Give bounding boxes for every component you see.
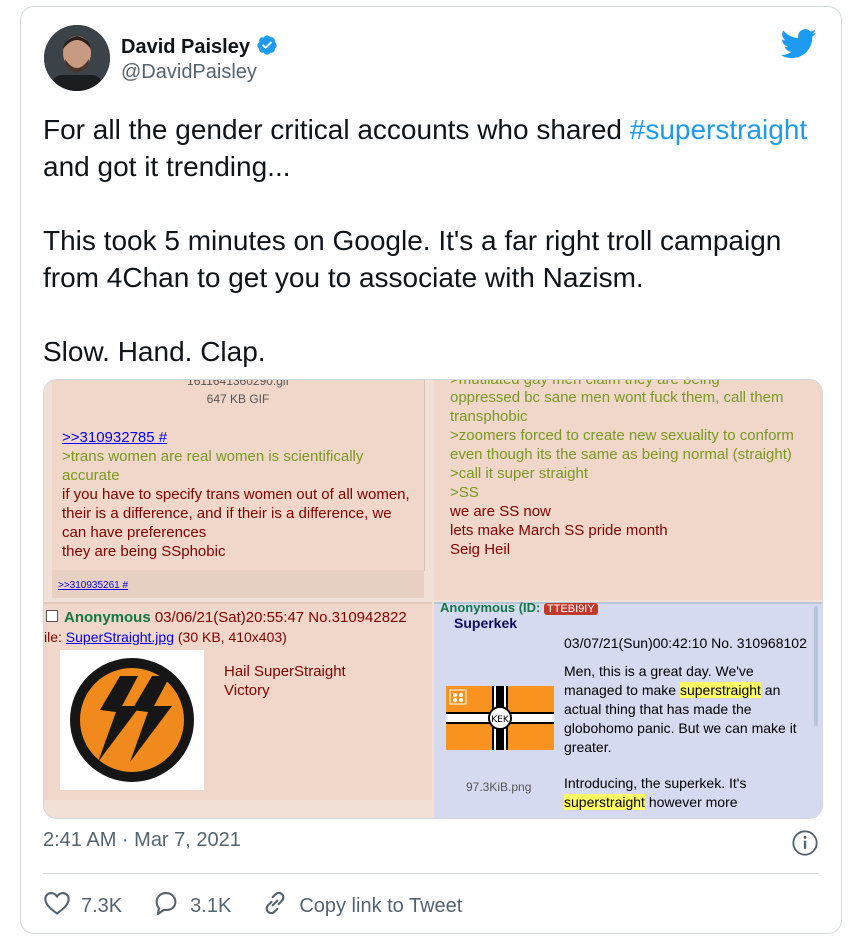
post-body-2: they are being SSphobic <box>62 543 226 560</box>
author-handle[interactable]: @DavidPaisley <box>121 61 257 84</box>
post-line-2: lets make March SS pride month <box>450 522 668 539</box>
tweet-line2: and got it trending... <box>43 151 291 182</box>
post-line-1: we are SS now <box>450 503 551 520</box>
like-count: 7.3K <box>81 894 123 917</box>
ss-symbol-image <box>60 650 204 790</box>
tweet-paragraph-2: This took 5 minutes on Google. It's a fa… <box>43 225 782 293</box>
filesize-label: 647 KB GIF <box>206 392 270 406</box>
svg-text:KEK: KEK <box>491 715 510 725</box>
copy-link-button[interactable]: Copy link to Tweet <box>261 889 462 923</box>
reply-icon <box>152 890 180 922</box>
greentext-1: oppressed bc sane men wont fuck them, ca… <box>450 389 784 425</box>
post-body: if you have to specify trans women out o… <box>62 486 410 541</box>
greentext-2: >zoomers forced to create new sexuality … <box>450 427 794 463</box>
greentext-4: >SS <box>450 484 479 501</box>
tweet-timestamp[interactable]: 2:41 AM · Mar 7, 2021 <box>43 829 241 852</box>
link-icon <box>261 889 289 923</box>
post-text-2: Victory <box>224 682 270 699</box>
msg2-post: however more <box>644 794 738 810</box>
reply-count: 3.1K <box>190 894 232 917</box>
copy-link-label: Copy link to Tweet <box>299 894 463 917</box>
post-checkbox[interactable] <box>46 610 58 622</box>
author-name[interactable]: David Paisley <box>121 36 250 59</box>
post-line-3: Seig Heil <box>450 541 511 558</box>
post-text-1: Hail SuperStraight <box>224 663 346 680</box>
chan-post-panel-3: Anonymous 03/06/21(Sat)20:55:47 No.31094… <box>44 602 432 818</box>
msg2-pre: Introducing, the superkek. It's <box>564 775 747 791</box>
divider <box>43 873 819 874</box>
post-datetime-2: 03/07/21(Sun)00:42:10 No. 310968102 <box>564 635 807 651</box>
file-info: (30 KB, 410x403) <box>173 629 287 645</box>
tweet-card: David Paisley @DavidPaisley For all the … <box>20 6 842 934</box>
tweet-media-image[interactable]: 1611641360290.gif 647 KB GIF >>310932785… <box>43 379 823 819</box>
image-filesize: 97.3KiB.png <box>466 780 532 794</box>
poster-id-badge: TTEBI9IY <box>544 603 598 615</box>
footer-reply-link[interactable]: >>310935261 # <box>58 576 128 595</box>
msg1-highlight: superstraight <box>679 682 761 698</box>
tweet-line1: For all the gender critical accounts who… <box>43 114 630 145</box>
tweet-text: For all the gender critical accounts who… <box>43 111 833 370</box>
greentext-3: >call it super straight <box>450 465 588 482</box>
file-prefix: ile: <box>44 629 66 645</box>
tweet-paragraph-3: Slow. Hand. Clap. <box>43 336 266 367</box>
kek-flag-image: KEK <box>446 686 554 750</box>
hashtag-link[interactable]: #superstraight <box>630 114 807 145</box>
like-button[interactable]: 7.3K <box>43 890 122 922</box>
reply-link[interactable]: >>310932785 # <box>62 428 412 447</box>
chan-post-panel-1: 1611641360290.gif 647 KB GIF >>310932785… <box>44 380 432 600</box>
verified-badge-icon <box>256 34 278 61</box>
poster-name: Anonymous <box>64 609 151 626</box>
post-datetime: 03/06/21(Sat)20:55:47 No.310942822 <box>154 609 407 626</box>
reply-button[interactable]: 3.1K <box>152 890 231 922</box>
twitter-bird-icon[interactable] <box>780 29 817 64</box>
heart-icon <box>43 890 71 922</box>
post-subject: Superkek <box>454 615 518 631</box>
avatar[interactable] <box>44 25 110 91</box>
poster-name-cut: Anonymous (ID: <box>440 600 544 615</box>
msg2-highlight: superstraight <box>564 794 645 810</box>
info-icon[interactable] <box>791 829 819 862</box>
chan-post-panel-2: >mutilated gay men claim they are being … <box>434 380 822 600</box>
scrollbar[interactable] <box>814 606 818 726</box>
file-link[interactable]: SuperStraight.jpg <box>66 629 174 645</box>
greentext-quote: >trans women are real women is scientifi… <box>62 448 364 484</box>
chan-post-panel-4: Anonymous (ID: TTEBI9IY Superkek 03/07/2… <box>434 600 822 818</box>
tweet-actions: 7.3K 3.1K Copy link to Tweet <box>43 889 492 923</box>
